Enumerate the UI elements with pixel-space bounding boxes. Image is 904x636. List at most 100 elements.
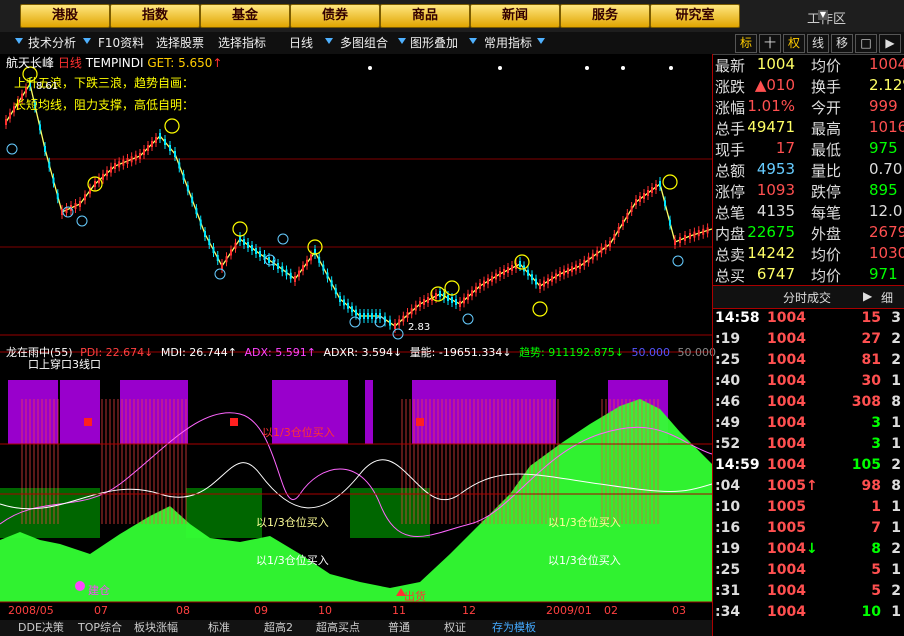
trade-volume: 98 [861,478,881,494]
tab-sector[interactable]: 板块涨幅 [134,621,178,635]
nav-hk-stock-button[interactable]: 港股 [20,4,110,28]
tab-rights[interactable]: 权 [783,34,805,53]
trade-row: :52 1004 3 1 [713,436,904,457]
tab-dde[interactable]: DDE决策 [18,621,64,635]
caret-down-icon[interactable] [83,38,91,44]
trade-volume: 7 [871,520,881,536]
trade-row: :16 1005 7 1 [713,520,904,541]
trade-time: :46 [715,394,741,410]
quote-value: 22675 [747,223,795,241]
x-tick-label: 2008/05 [8,604,54,617]
x-tick-label: 08 [176,604,190,617]
quote-key: 跌停 [811,183,842,201]
buy-label: 以1/3仓位买入 [256,554,329,567]
caret-down-icon[interactable] [469,38,477,44]
buy-label: 以1/3仓位买入 [548,516,621,529]
chart-area[interactable]: 航天长峰 日线 TEMPINDI GET: 5.650↑ 上升五浪，下跌三浪，趋… [0,54,716,636]
trade-volume: 81 [861,352,881,368]
trade-count: 1 [891,415,901,431]
tab-crosshair[interactable]: 十 [759,34,781,53]
quote-key: 每笔 [811,204,842,222]
x-tick-label: 11 [392,604,406,617]
tab-window[interactable]: □ [855,34,877,53]
quote-key: 涨跌 [715,78,746,96]
quote-value: ▲010 [754,76,795,94]
caret-down-icon[interactable] [15,38,23,44]
quote-key: 总笔 [715,204,746,222]
tab-move[interactable]: 移 [831,34,853,53]
trade-detail-header[interactable]: 分时成交 ▶ 细 [713,285,904,309]
trade-row: :25 1004 5 1 [713,562,904,583]
tab-save-template[interactable]: 存为模板 [492,621,536,635]
overlay-menu[interactable]: 图形叠加 [410,35,458,51]
tab-top[interactable]: TOP综合 [78,621,122,635]
f10-menu[interactable]: F10资料 [98,35,144,51]
chevron-down-icon[interactable]: ▼ [818,10,828,20]
function-toolbar: 技术分析 F10资料 选择股票 选择指标 日线 多图组合 图形叠加 常用指标 标… [0,32,904,55]
common-indicator-menu[interactable]: 常用指标 [484,35,532,51]
trade-price: 1004 [767,394,806,410]
daily-line-menu[interactable]: 日线 [289,35,313,51]
caret-down-icon[interactable] [398,38,406,44]
trade-price: 1004 [767,331,806,347]
tab-mark[interactable]: 标 [735,34,757,53]
price-chart[interactable] [0,54,712,620]
trade-volume: 10 [861,604,881,620]
trade-time: :16 [715,520,741,536]
trade-volume: 308 [851,394,881,410]
play-icon: ▶ [863,289,873,303]
tab-normal[interactable]: 普通 [388,621,410,635]
nav-fund-button[interactable]: 基金 [200,4,290,28]
quote-value: 1030 [869,244,904,262]
tab-superhigh2[interactable]: 超高2 [264,621,293,635]
trade-count: 2 [891,583,901,599]
quote-key: 最高 [811,120,842,138]
nav-bond-button[interactable]: 债券 [290,4,380,28]
multi-chart-menu[interactable]: 多图组合 [340,35,388,51]
sell-label: 出货 [404,590,426,603]
quote-key: 总额 [715,162,746,180]
trade-row: :19 1004↓ 8 2 [713,541,904,562]
caret-down-icon[interactable] [537,38,545,44]
tab-standard[interactable]: 标准 [208,621,230,635]
x-tick-label: 12 [462,604,476,617]
trade-row: :19 1004 27 2 [713,331,904,352]
quote-row: 总额 4953 量比 0.70 [713,160,904,181]
quote-key: 最新 [715,57,746,75]
trade-row: :49 1004 3 1 [713,415,904,436]
tab-line[interactable]: 线 [807,34,829,53]
nav-service-button[interactable]: 服务 [560,4,650,28]
trade-time: :19 [715,331,741,347]
caret-down-icon[interactable] [325,38,333,44]
select-indicator-menu[interactable]: 选择指标 [218,35,266,51]
buy-label: 以1/3仓位买入 [262,426,335,439]
quote-row: 总手 49471 最高 1016 [713,118,904,139]
x-tick-label: 07 [94,604,108,617]
select-stock-menu[interactable]: 选择股票 [156,35,204,51]
trade-volume: 1 [871,499,881,515]
buy-label: 以1/3仓位买入 [548,554,621,567]
quote-key: 均价 [811,57,842,75]
quote-row: 总买 6747 均价 971 [713,265,904,286]
trade-row: :31 1004 5 2 [713,583,904,604]
nav-news-button[interactable]: 新闻 [470,4,560,28]
nav-index-button[interactable]: 指数 [110,4,200,28]
trade-row: :04 1005↑ 98 8 [713,478,904,499]
tech-analysis-menu[interactable]: 技术分析 [28,35,76,51]
tab-play[interactable]: ▶ [879,34,901,53]
quote-value: 2.12% [869,76,904,94]
quote-key: 最低 [811,141,842,159]
trade-count: 1 [891,604,901,620]
quote-value: 1.01% [747,97,795,115]
tab-warrant[interactable]: 权证 [444,621,466,635]
x-tick-label: 2009/01 [546,604,592,617]
trade-price: 1004 [767,583,806,599]
nav-research-button[interactable]: 研究室 [650,4,740,28]
nav-commodity-button[interactable]: 商品 [380,4,470,28]
quote-value: 0.70 [869,160,903,178]
trade-count: 1 [891,373,901,389]
trade-row: :10 1005 1 1 [713,499,904,520]
x-tick-label: 03 [672,604,686,617]
quote-key: 量比 [811,162,842,180]
tab-buy-point[interactable]: 超高买点 [316,621,360,635]
